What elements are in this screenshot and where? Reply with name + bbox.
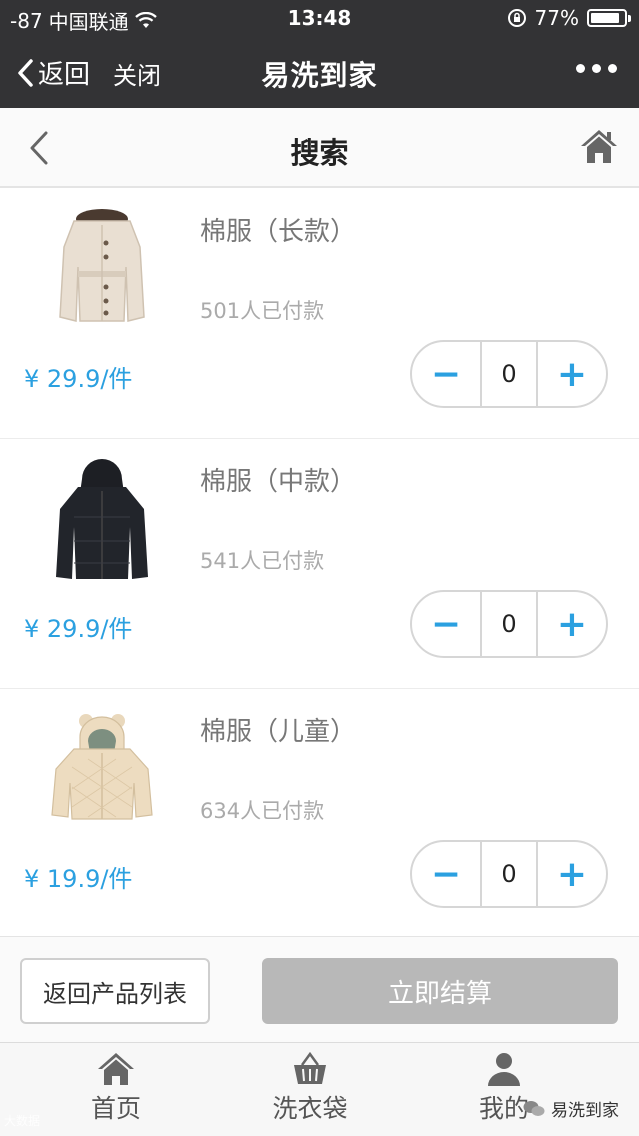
tab-laundry-bag[interactable]: 洗衣袋 bbox=[250, 1051, 370, 1125]
wechat-title: 易洗到家 bbox=[261, 59, 378, 92]
user-icon bbox=[488, 1053, 520, 1086]
product-sold-count: 634人已付款 bbox=[200, 799, 325, 823]
checkout-button[interactable]: 立即结算 bbox=[262, 958, 618, 1024]
battery-percent: 77% bbox=[534, 6, 579, 30]
tab-home-label: 首页 bbox=[90, 1094, 141, 1123]
watermark-left: 大数据 bbox=[4, 1114, 41, 1128]
quantity-value[interactable]: 0 bbox=[480, 342, 538, 406]
product-sold-count: 501人已付款 bbox=[200, 299, 325, 323]
more-dot-icon bbox=[608, 64, 617, 73]
home-icon bbox=[581, 130, 617, 163]
tab-home[interactable]: 首页 bbox=[56, 1051, 176, 1125]
decrease-button[interactable]: − bbox=[412, 592, 480, 656]
orientation-lock-icon bbox=[507, 9, 526, 27]
basket-icon bbox=[294, 1051, 326, 1084]
mid-coat-image bbox=[56, 459, 148, 579]
wechat-logo-icon bbox=[523, 1100, 545, 1116]
product-name: 棉服（中款） bbox=[200, 467, 357, 497]
page-title: 搜索 bbox=[290, 136, 349, 170]
action-bar: 返回产品列表 立即结算 bbox=[0, 936, 639, 1042]
battery-icon bbox=[587, 9, 631, 27]
home-button[interactable] bbox=[579, 126, 619, 170]
decrease-button[interactable]: − bbox=[412, 842, 480, 906]
tab-bar: 首页 洗衣袋 我的 bbox=[0, 1042, 639, 1136]
more-menu-button[interactable] bbox=[576, 64, 617, 73]
page-header: 搜索 bbox=[0, 108, 639, 188]
quantity-stepper: − 0 + bbox=[410, 340, 608, 408]
more-dot-icon bbox=[576, 64, 585, 73]
home-icon bbox=[98, 1053, 134, 1085]
product-item: 棉服（中款） 541人已付款 ¥ 29.9/件 − 0 + bbox=[0, 439, 639, 689]
increase-button[interactable]: + bbox=[538, 842, 606, 906]
decrease-button[interactable]: − bbox=[412, 342, 480, 406]
wechat-header: 返回 关闭 易洗到家 bbox=[0, 36, 639, 108]
product-item: 棉服（儿童） 634人已付款 ¥ 19.9/件 − 0 + bbox=[0, 689, 639, 939]
more-dot-icon bbox=[592, 64, 601, 73]
increase-button[interactable]: + bbox=[538, 592, 606, 656]
product-price: ¥ 19.9/件 bbox=[24, 865, 133, 893]
product-name: 棉服（儿童） bbox=[200, 717, 357, 747]
product-price: ¥ 29.9/件 bbox=[24, 365, 133, 393]
increase-button[interactable]: + bbox=[538, 342, 606, 406]
product-sold-count: 541人已付款 bbox=[200, 549, 325, 573]
watermark-account-name: 易洗到家 bbox=[551, 1101, 619, 1121]
quantity-stepper: − 0 + bbox=[410, 590, 608, 658]
kids-coat-image bbox=[51, 714, 153, 820]
quantity-stepper: − 0 + bbox=[410, 840, 608, 908]
status-bar: -87 中国联通 13:48 77% bbox=[0, 0, 639, 36]
quantity-value[interactable]: 0 bbox=[480, 592, 538, 656]
back-to-product-list-button[interactable]: 返回产品列表 bbox=[20, 958, 210, 1024]
product-name: 棉服（长款） bbox=[200, 217, 357, 247]
tab-laundry-bag-label: 洗衣袋 bbox=[272, 1094, 348, 1123]
watermark-right: 易洗到家 bbox=[523, 1096, 619, 1121]
product-price: ¥ 29.9/件 bbox=[24, 615, 133, 643]
product-item: 棉服（长款） 501人已付款 ¥ 29.9/件 − 0 + bbox=[0, 189, 639, 439]
quantity-value[interactable]: 0 bbox=[480, 842, 538, 906]
long-coat-image bbox=[59, 209, 145, 322]
